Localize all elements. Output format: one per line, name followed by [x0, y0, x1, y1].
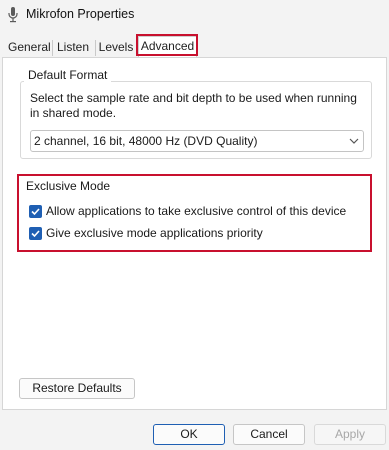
tab-levels[interactable]: Levels — [98, 38, 134, 57]
exclusive-priority-checkbox[interactable] — [29, 227, 42, 240]
cancel-button[interactable]: Cancel — [233, 424, 305, 445]
ok-button[interactable]: OK — [153, 424, 225, 445]
tab-separator — [52, 40, 53, 56]
tab-general[interactable]: General — [8, 38, 51, 57]
window-title: Mikrofon Properties — [26, 7, 135, 21]
format-select-value: 2 channel, 16 bit, 48000 Hz (DVD Quality… — [34, 134, 258, 148]
restore-defaults-button[interactable]: Restore Defaults — [19, 378, 135, 399]
apply-button[interactable]: Apply — [314, 424, 386, 445]
exclusive-control-checkbox[interactable] — [29, 205, 42, 218]
chevron-down-icon — [349, 138, 359, 144]
default-format-description: Select the sample rate and bit depth to … — [30, 91, 357, 120]
tab-highlight-box — [136, 34, 198, 56]
tab-listen[interactable]: Listen — [55, 38, 91, 57]
format-select[interactable]: 2 channel, 16 bit, 48000 Hz (DVD Quality… — [30, 130, 364, 152]
tab-separator — [95, 40, 96, 56]
microphone-icon — [8, 7, 18, 23]
exclusive-mode-title: Exclusive Mode — [26, 179, 111, 193]
default-format-title: Default Format — [24, 68, 112, 82]
exclusive-priority-label: Give exclusive mode applications priorit… — [46, 226, 263, 240]
exclusive-control-label: Allow applications to take exclusive con… — [46, 204, 347, 218]
title-bar: Mikrofon Properties — [0, 0, 389, 30]
